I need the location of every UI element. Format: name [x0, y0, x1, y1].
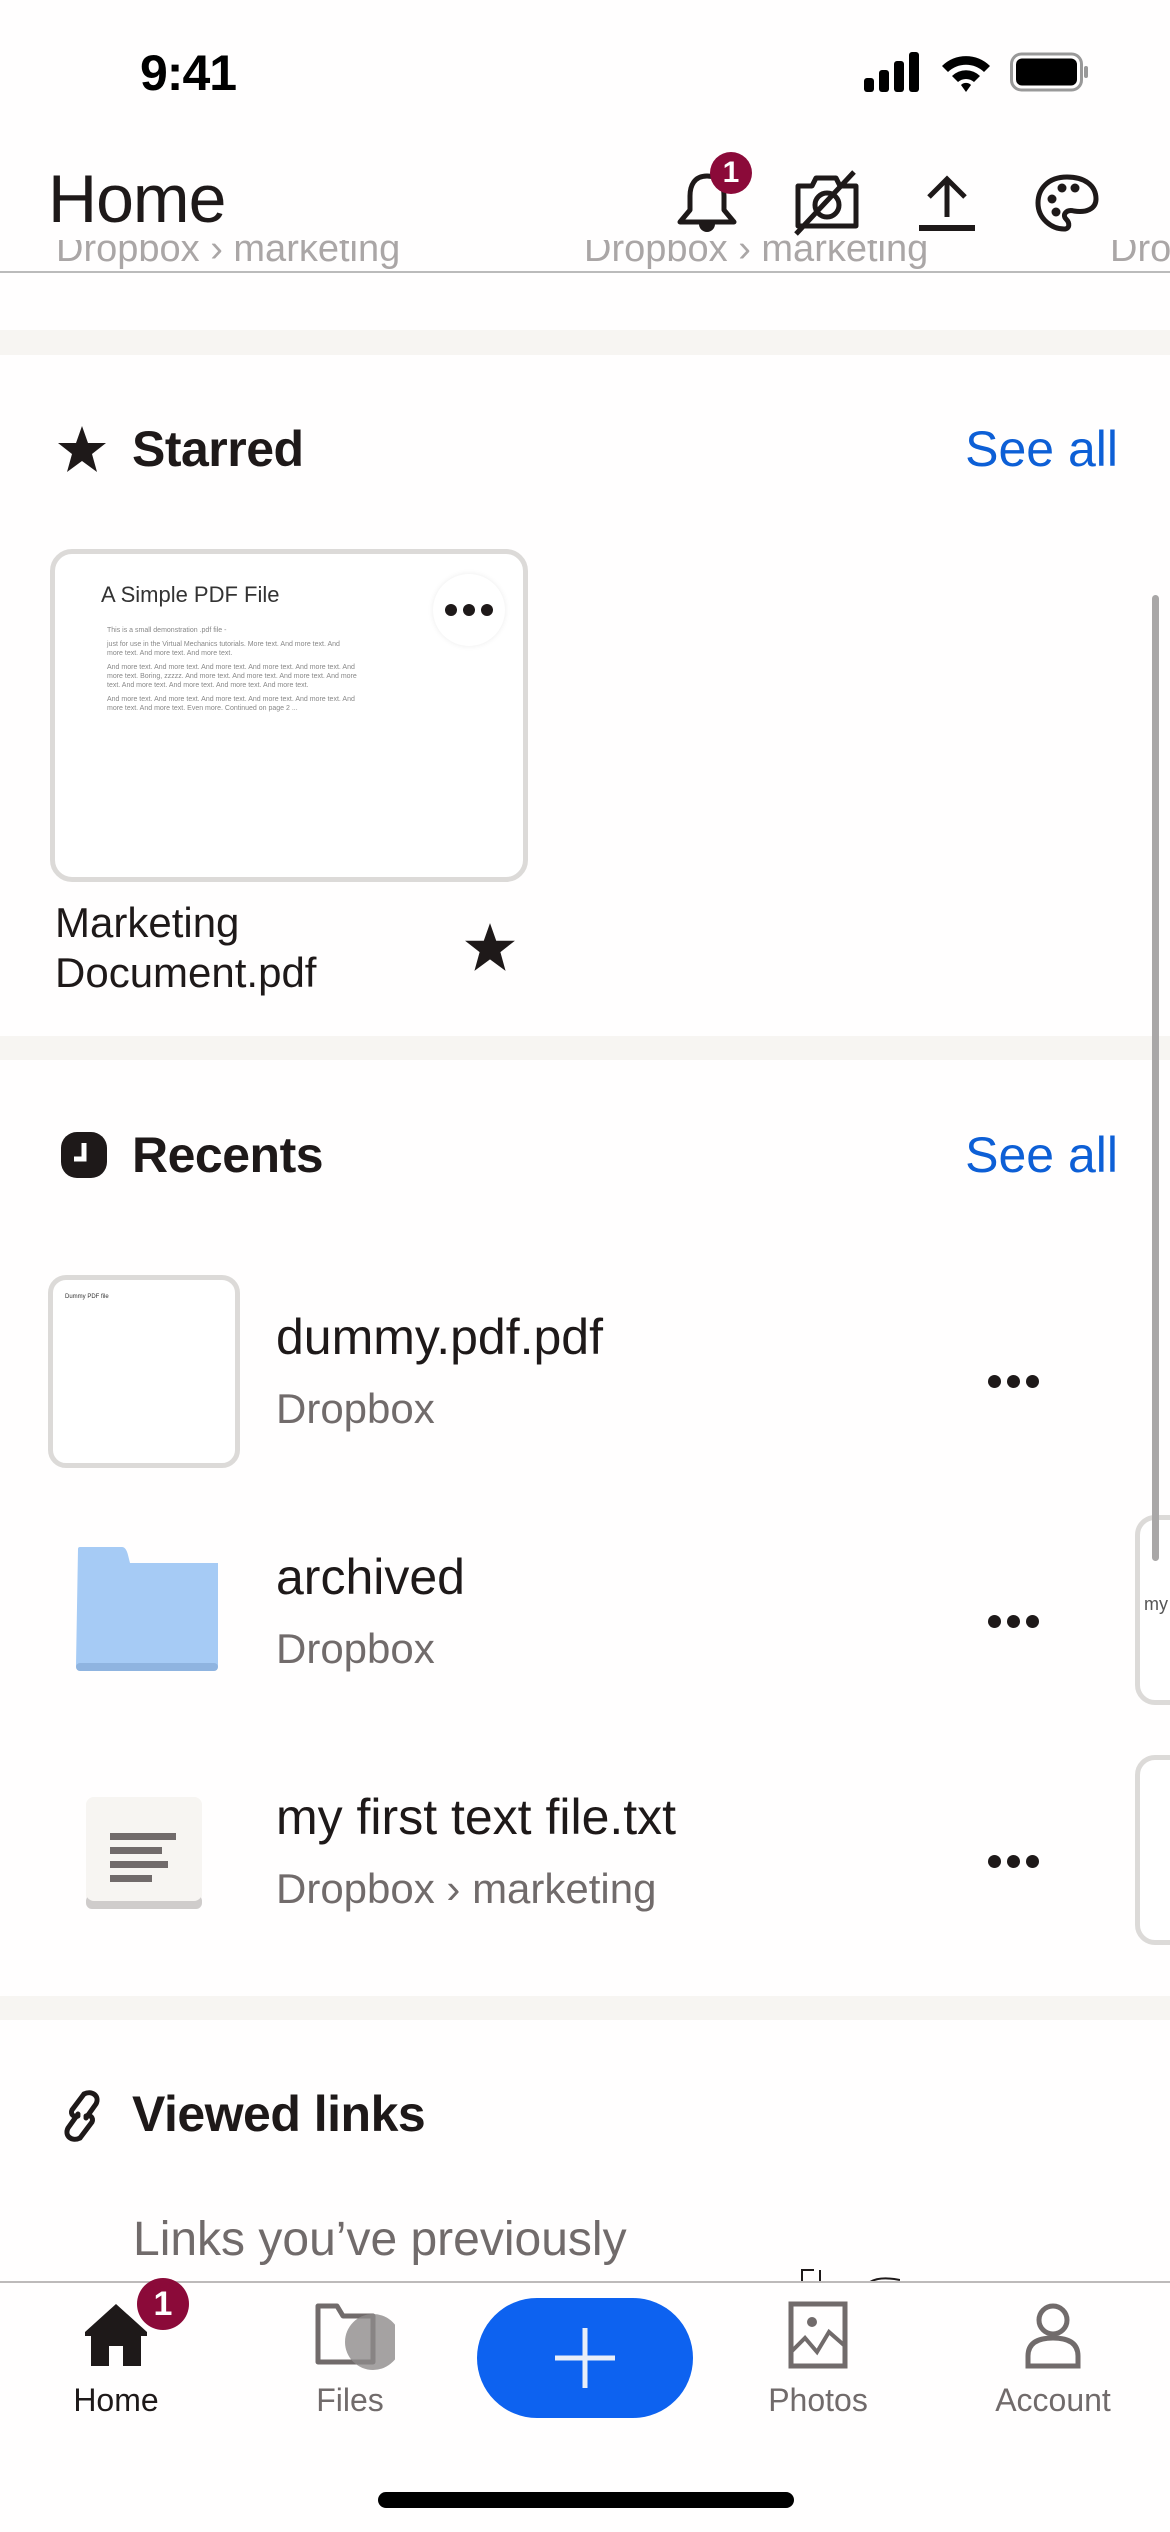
recent-item-location: Dropbox › marketing	[276, 1865, 657, 1912]
link-icon	[64, 2090, 100, 2142]
tab-account[interactable]: Account	[963, 2300, 1143, 2419]
pdf-preview-line: And more text. And more text. And more t…	[107, 664, 357, 689]
illustration-peek	[801, 2269, 900, 2282]
tab-files-icon-wrap	[305, 2300, 401, 2370]
thumbnail-text: Dummy PDF file	[65, 1294, 109, 1300]
tab-home-icon-wrap: 1	[81, 2278, 189, 2370]
folder-icon	[76, 1547, 218, 1671]
star-icon	[58, 426, 106, 472]
recent-item[interactable]: Dummy PDF file dummy.pdf.pdf Dropbox	[0, 1265, 1100, 1475]
tab-home[interactable]: 1 Home	[26, 2278, 206, 2419]
recent-item-name: dummy.pdf.pdf	[276, 1309, 604, 1365]
more-icon	[445, 604, 493, 616]
peek-location: Dro	[1110, 240, 1170, 270]
create-button[interactable]	[477, 2298, 693, 2418]
upload-icon	[919, 175, 975, 231]
theme-button[interactable]	[1032, 168, 1102, 238]
starred-title: Starred	[132, 421, 304, 477]
section-divider	[0, 330, 1170, 355]
recent-item[interactable]: archived Dropbox	[0, 1505, 1100, 1715]
clock-icon	[61, 1132, 107, 1178]
person-icon	[1025, 2303, 1081, 2369]
peek-location: Dropbox › marketing	[56, 240, 401, 270]
page-title: Home	[48, 161, 226, 237]
plus-icon	[555, 2328, 615, 2388]
photo-icon	[788, 2301, 848, 2369]
file-name-line: Marketing	[55, 899, 240, 946]
section-divider	[0, 1996, 1170, 2020]
starred-file-card[interactable]: A Simple PDF File This is a small demons…	[50, 549, 528, 882]
tab-photos[interactable]: Photos	[728, 2300, 908, 2419]
pdf-preview-body: This is a small demonstration .pdf file …	[107, 626, 357, 718]
notifications-button[interactable]: 1	[672, 152, 752, 238]
scrolled-content-peek: Dropbox › marketing Dropbox › marketing …	[0, 240, 1170, 271]
status-icons	[864, 52, 1090, 92]
starred-file-name: Marketing Document.pdf	[55, 898, 316, 998]
tab-files[interactable]: Files	[260, 2300, 440, 2419]
more-icon	[988, 1615, 1039, 1628]
camera-upload-button[interactable]	[792, 168, 862, 238]
upload-button[interactable]	[912, 168, 982, 238]
peek-location: Dropbox › marketing	[584, 240, 929, 270]
starred-file-more-button[interactable]	[433, 574, 505, 646]
section-divider	[0, 1036, 1170, 1060]
recent-item-location: Dropbox	[276, 1625, 435, 1672]
recent-item-location: Dropbox	[276, 1385, 435, 1432]
pdf-thumbnail: Dummy PDF file	[48, 1275, 240, 1468]
recent-item-more-button[interactable]	[978, 1845, 1049, 1878]
tab-label: Files	[316, 2382, 384, 2418]
palette-icon	[1035, 174, 1099, 232]
tab-label: Photos	[768, 2382, 868, 2418]
pdf-preview-line: just for use in the Virtual Mechanics tu…	[107, 641, 340, 657]
pdf-preview-line: And more text. And more text. And more t…	[107, 696, 355, 712]
wifi-icon	[942, 56, 990, 92]
folder-icon	[315, 2303, 401, 2370]
scrollbar[interactable]	[1152, 595, 1159, 1561]
peek-card-text: my	[1144, 1594, 1168, 1614]
text-file-icon	[86, 1797, 202, 1909]
recent-item-more-button[interactable]	[978, 1365, 1049, 1398]
tab-label: Home	[73, 2382, 159, 2418]
more-icon	[988, 1855, 1039, 1868]
home-badge: 1	[137, 2278, 189, 2330]
home-indicator	[378, 2492, 794, 2508]
starred-see-all-link[interactable]: See all	[965, 420, 1118, 478]
notification-badge: 1	[710, 152, 752, 194]
starred-toggle-icon[interactable]	[463, 922, 517, 974]
file-name-line: Document.pdf	[55, 949, 317, 996]
recent-item-name: archived	[276, 1549, 465, 1605]
pdf-preview-title: A Simple PDF File	[101, 582, 280, 607]
recent-item-name: my first text file.txt	[276, 1789, 677, 1845]
recent-item-more-button[interactable]	[978, 1605, 1049, 1638]
pdf-preview-line: This is a small demonstration .pdf file …	[107, 627, 227, 634]
signal-icon	[864, 52, 919, 92]
header-actions: 1	[672, 152, 1102, 238]
camera-off-icon	[794, 170, 859, 236]
tab-label: Account	[995, 2382, 1111, 2418]
header-divider	[0, 271, 1170, 273]
peek-card	[1135, 1755, 1170, 1945]
recents-see-all-link[interactable]: See all	[965, 1126, 1118, 1184]
more-icon	[988, 1375, 1039, 1388]
battery-icon	[1010, 52, 1088, 92]
recents-title: Recents	[132, 1127, 324, 1183]
viewed-links-title: Viewed links	[132, 2086, 426, 2142]
status-time: 9:41	[140, 45, 237, 101]
recent-item[interactable]: my first text file.txt Dropbox › marketi…	[0, 1745, 1100, 1955]
viewed-links-subtitle: Links you’ve previously	[133, 2213, 627, 2266]
